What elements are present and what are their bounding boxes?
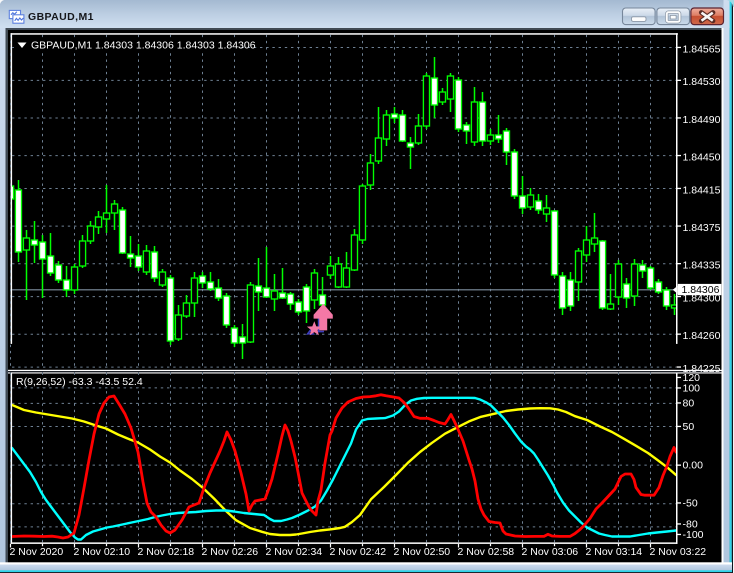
svg-text:2 Nov 02:26: 2 Nov 02:26 [202, 546, 259, 558]
svg-text:GBPAUD,M1: GBPAUD,M1 [28, 11, 94, 23]
svg-text:1.84306: 1.84306 [682, 284, 720, 296]
svg-text:2 Nov 02:18: 2 Nov 02:18 [138, 546, 195, 558]
svg-text:1.84375: 1.84375 [683, 222, 721, 234]
svg-text:2 Nov 02:10: 2 Nov 02:10 [74, 546, 131, 558]
svg-text:0.00: 0.00 [683, 460, 704, 472]
svg-text:1.84260: 1.84260 [683, 330, 721, 342]
svg-text:R(9,26,52) -63.3 -43.5 52.4: R(9,26,52) -63.3 -43.5 52.4 [16, 376, 143, 388]
svg-text:2 Nov 2020: 2 Nov 2020 [10, 546, 64, 558]
svg-text:1.84530: 1.84530 [683, 76, 721, 88]
svg-text:2 Nov 03:22: 2 Nov 03:22 [650, 546, 707, 558]
svg-text:1.84565: 1.84565 [683, 43, 721, 55]
svg-text:80: 80 [683, 398, 695, 410]
svg-text:1.84335: 1.84335 [683, 260, 721, 272]
svg-text:100: 100 [683, 383, 701, 395]
svg-text:1.84450: 1.84450 [683, 151, 721, 163]
svg-text:-100: -100 [683, 529, 704, 541]
svg-text:-50: -50 [683, 498, 698, 510]
svg-text:2 Nov 03:06: 2 Nov 03:06 [522, 546, 579, 558]
svg-text:2 Nov 02:58: 2 Nov 02:58 [458, 546, 515, 558]
svg-text:1.84415: 1.84415 [683, 184, 721, 196]
svg-text:2 Nov 03:14: 2 Nov 03:14 [586, 546, 643, 558]
svg-text:2 Nov 02:50: 2 Nov 02:50 [394, 546, 451, 558]
svg-text:2 Nov 02:34: 2 Nov 02:34 [266, 546, 323, 558]
svg-text:1.84490: 1.84490 [683, 114, 721, 126]
svg-text:GBPAUD,M1 1.84303 1.84306 1.8: GBPAUD,M1 1.84303 1.84306 1.84303 1.8430… [31, 40, 256, 52]
svg-text:50: 50 [683, 421, 695, 433]
svg-text:2 Nov 02:42: 2 Nov 02:42 [330, 546, 387, 558]
